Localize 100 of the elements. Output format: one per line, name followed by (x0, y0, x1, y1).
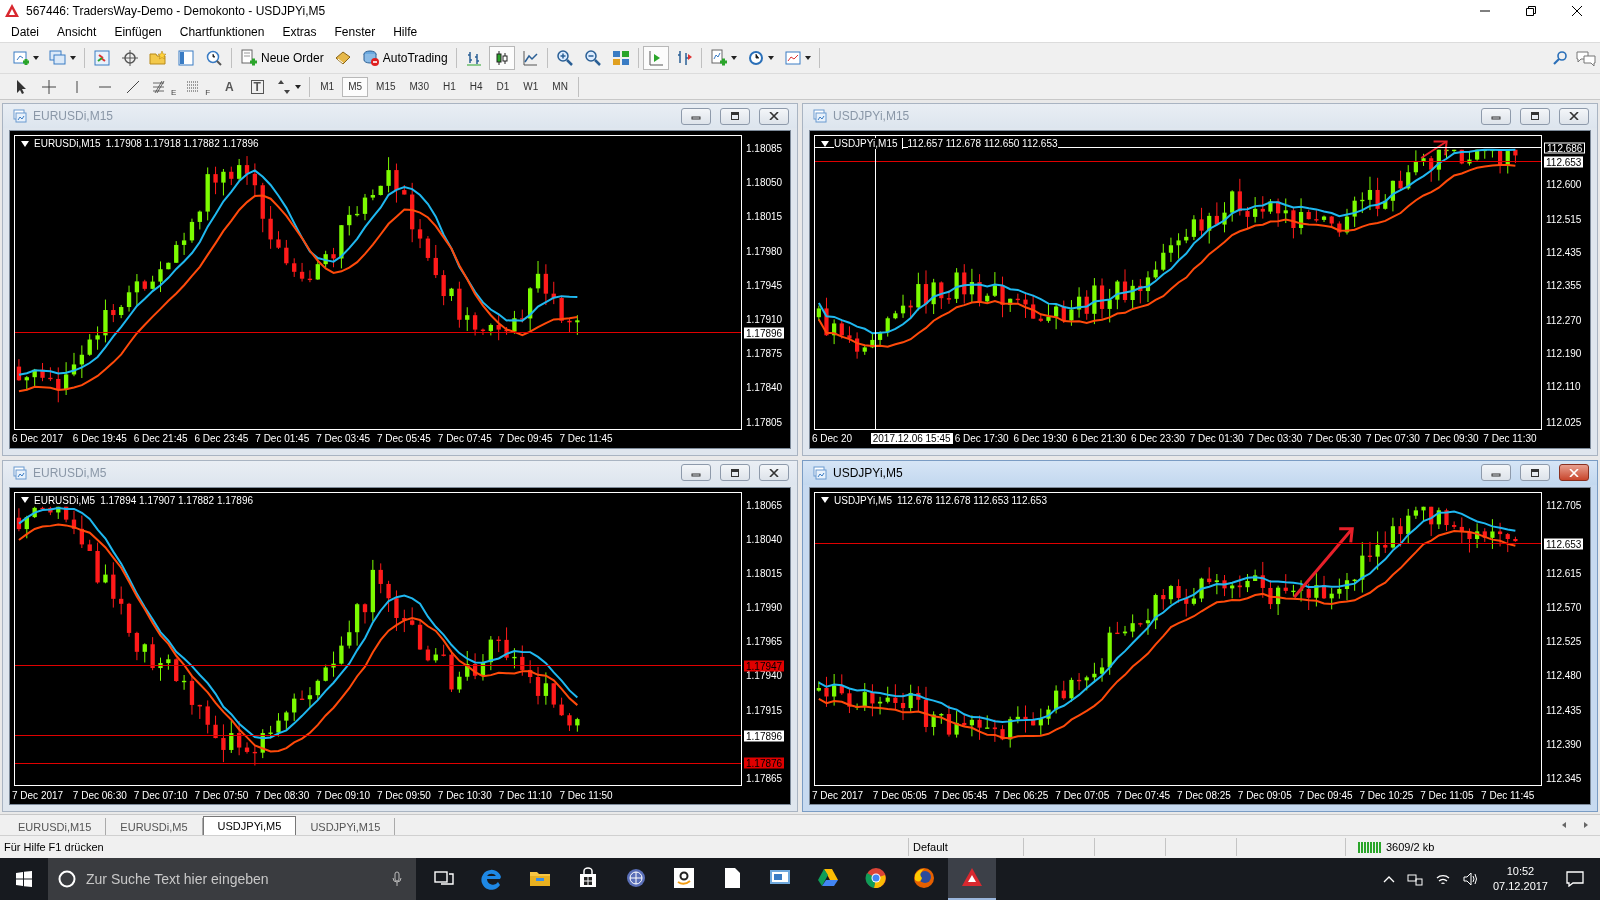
price-axis-label: 112.270 (1545, 314, 1583, 326)
time-axis-label: 7 Dec 07:30 (1365, 433, 1420, 444)
timeframe-button[interactable]: M30 (403, 76, 435, 97)
time-axis-label: 6 Dec 2017 (12, 433, 64, 444)
timeframe-button[interactable]: M5 (342, 76, 369, 97)
price-axis-label: 1.17805 (745, 416, 784, 427)
time-axis-label: 7 Dec 11:50 (559, 789, 613, 801)
timeframe-button[interactable]: H4 (463, 76, 489, 97)
time-axis-label: 7 Dec 08:25 (1176, 789, 1231, 801)
chart-plot-area[interactable]: USDJPYi,M15 112.657 112.678 112.650 112.653 (814, 135, 1542, 430)
drawing-tool-button[interactable]: A (216, 75, 243, 98)
time-axis-label: 7 Dec 11:45 (559, 433, 613, 444)
toolbar-button[interactable]: AutoTrading (357, 46, 452, 70)
chart-symbol: USDJPYi,M5 (834, 494, 892, 506)
search-input[interactable]: Zur Suche Text hier eingeben (84, 870, 384, 888)
price-marker: 1.17947 (744, 660, 785, 672)
time-axis-label: 7 Dec 07:10 (133, 789, 188, 801)
menu-item[interactable]: Hilfe (384, 23, 427, 41)
price-marker: 112.686 (1544, 142, 1586, 154)
chart-quote: 112.678 112.678 112.653 112.653 (897, 494, 1047, 506)
price-axis-label: 1.17940 (745, 669, 784, 681)
search-field[interactable]: Zur Suche Text hier eingeben (48, 858, 416, 900)
timeframe-button[interactable]: W1 (517, 76, 545, 97)
time-axis-label: 7 Dec 09:45 (1298, 789, 1353, 801)
price-axis-label: 1.18050 (745, 176, 784, 188)
menu-item[interactable]: Datei (2, 23, 48, 41)
time-axis-label: 7 Dec 05:05 (872, 789, 927, 801)
menu-item[interactable]: Chartfunktionen (170, 23, 274, 41)
time-axis-label: 7 Dec 09:50 (376, 789, 431, 801)
time-axis-label: 7 Dec 07:50 (194, 789, 249, 801)
price-axis-label: 112.525 (1545, 635, 1583, 647)
price-axis-label: 1.18065 (745, 499, 784, 510)
price-marker: 1.17876 (744, 757, 785, 769)
clock-date: 07.12.2017 (1492, 879, 1548, 894)
menu-item[interactable]: Einfügen (105, 23, 171, 41)
time-axis-label: 7 Dec 2017 (812, 789, 864, 801)
timeframe-button[interactable]: MN (546, 76, 574, 97)
chart-quote: 1.17894 1.17907 1.17882 1.17896 (100, 494, 254, 506)
menu-item[interactable]: Ansicht (48, 23, 106, 41)
price-axis-label: 112.190 (1545, 347, 1583, 359)
chart-plot-area[interactable]: USDJPYi,M5 112.678 112.678 112.653 112.653 (814, 491, 1542, 786)
chart-plot-area[interactable]: EURUSDi,M15 1.17908 1.17918 1.17882 1.17896 (14, 135, 742, 430)
timeframe-button[interactable]: M1 (314, 76, 341, 97)
price-axis-label: 112.355 (1545, 279, 1583, 291)
price-marker: 1.17896 (744, 730, 785, 742)
time-axis-label: 7 Dec 09:05 (1237, 789, 1292, 801)
status-help-text: Für Hilfe F1 drücken (3, 840, 105, 855)
chart-symbol: EURUSDi,M15 (34, 138, 101, 149)
status-profile: Default (908, 838, 1023, 856)
time-axis-label: 7 Dec 09:10 (316, 789, 371, 801)
cursor-time-label: 2017.12.06 15:45 (870, 433, 953, 444)
price-axis-label: 1.18040 (745, 533, 784, 545)
timeframe-button[interactable]: H1 (436, 76, 462, 97)
price-axis-label: 1.17840 (745, 381, 784, 393)
time-axis-label: 6 Dec 21:45 (133, 433, 188, 444)
price-axis-label: 1.17915 (745, 704, 784, 716)
chart-quote: 1.17908 1.17918 1.17882 1.17896 (105, 138, 259, 149)
timeframe-button[interactable]: M15 (370, 76, 402, 97)
drawing-tool-button[interactable]: F (182, 75, 215, 98)
window-title: 567446: TradersWay-Demo - Demokonto - USDJPYi,M5 (26, 4, 326, 18)
price-axis-label: 112.570 (1545, 601, 1583, 613)
time-axis-label: 7 Dec 10:30 (437, 789, 492, 801)
price-axis-label: 1.18085 (745, 142, 784, 154)
timeframe-button[interactable]: D1 (490, 76, 516, 97)
time-axis-label: 7 Dec 03:30 (1248, 433, 1303, 444)
time-axis-label: 7 Dec 05:45 (376, 433, 431, 444)
price-axis-label: 112.025 (1545, 416, 1583, 427)
price-axis-label: 1.18015 (745, 567, 784, 579)
menu-item[interactable]: Extras (273, 23, 326, 41)
drawing-tool-button[interactable]: T (244, 75, 271, 98)
time-axis-label: 7 Dec 08:30 (255, 789, 310, 801)
price-axis-label: 112.705 (1545, 499, 1583, 510)
price-axis-label: 112.480 (1545, 669, 1583, 681)
price-axis-label: 112.345 (1545, 772, 1583, 784)
chart-window-title: USDJPYi,M5 (833, 465, 903, 480)
drawing-tool-button[interactable]: E (148, 75, 181, 98)
menu-item[interactable]: Fenster (325, 23, 385, 41)
chart-plot-area[interactable]: EURUSDi,M5 1.17894 1.17907 1.17882 1.17896 (14, 491, 742, 786)
time-axis-label: 7 Dec 2017 (12, 789, 64, 801)
time-axis-label: 7 Dec 09:45 (498, 433, 553, 444)
time-axis-label: 6 Dec 20 (812, 433, 853, 444)
time-axis-label: 7 Dec 09:30 (1424, 433, 1479, 444)
time-axis-label: 7 Dec 01:45 (255, 433, 310, 444)
price-axis-label: 112.390 (1545, 738, 1583, 750)
chart-window-title: EURUSDi,M15 (33, 109, 113, 123)
price-axis-label: 1.17865 (745, 772, 784, 784)
time-axis-label: 7 Dec 05:45 (933, 789, 988, 801)
time-axis-label: 7 Dec 07:05 (1055, 789, 1110, 801)
time-axis-label: 7 Dec 07:45 (437, 433, 492, 444)
chart-window-title: USDJPYi,M15 (833, 109, 910, 123)
taskbar-clock[interactable]: 10:52 07.12.2017 (1484, 864, 1556, 894)
time-axis-label: 7 Dec 11:45 (1481, 789, 1535, 801)
time-axis-label: 6 Dec 17:30 (954, 433, 1009, 444)
price-marker: 1.17896 (744, 327, 785, 339)
toolbar-button[interactable]: Neue Order (236, 46, 328, 70)
price-axis-label: 1.17945 (745, 279, 784, 291)
price-axis-label: 112.615 (1545, 567, 1583, 579)
price-axis-label: 1.18015 (745, 210, 784, 222)
chart-tab[interactable]: USDJPYi,M5 (202, 816, 297, 835)
time-axis-label: 7 Dec 07:45 (1116, 789, 1171, 801)
